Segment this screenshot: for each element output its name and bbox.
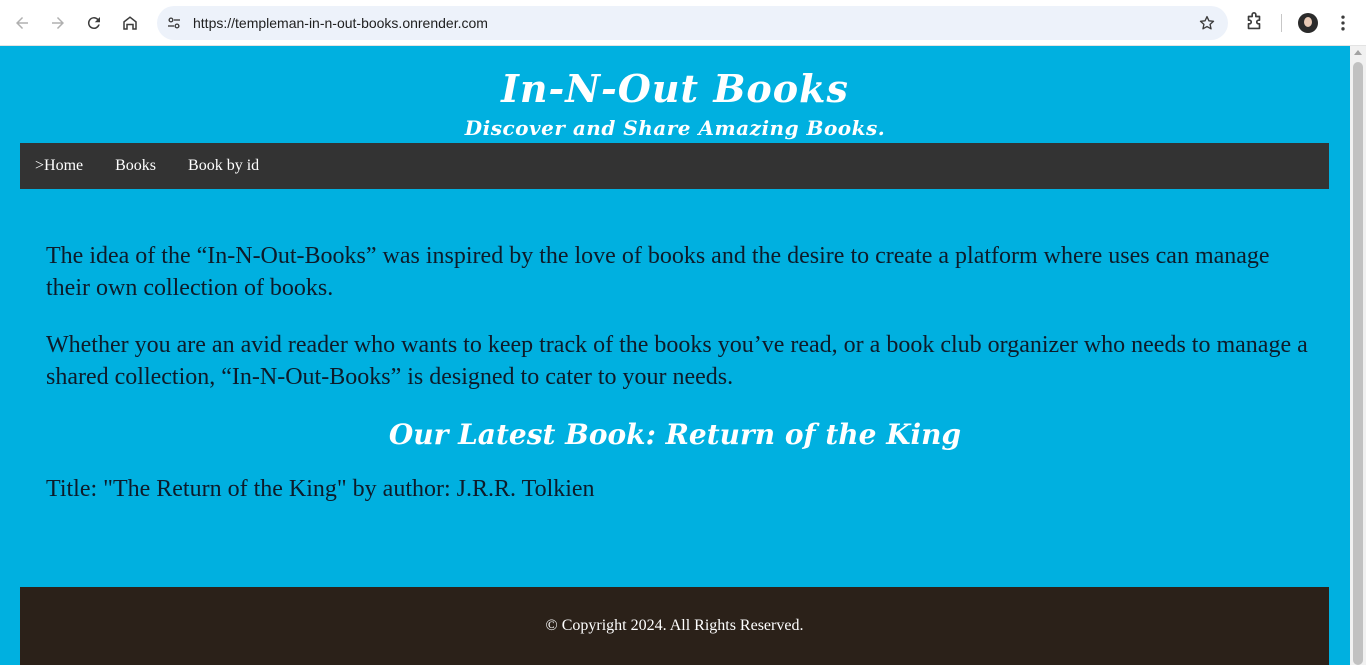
site-title: In-N-Out Books [501,66,849,111]
avatar[interactable] [1298,13,1318,33]
star-icon[interactable] [1198,14,1216,32]
home-button[interactable] [116,9,144,37]
puzzle-icon[interactable] [1243,11,1265,33]
scrollbar-thumb[interactable] [1353,62,1363,665]
web-page: In-N-Out Books Discover and Share Amazin… [0,46,1350,665]
site-tagline: Discover and Share Amazing Books. [464,116,886,140]
forward-button[interactable] [44,9,72,37]
nav-link-home[interactable]: >Home [35,157,83,175]
latest-book-heading: Our Latest Book: Return of the King [388,418,962,451]
intro-paragraph: The idea of the “In-N-Out-Books” was ins… [46,243,1270,301]
kebab-menu-icon[interactable] [1333,12,1353,34]
arrow-left-icon [16,17,28,29]
nav-link-book-by-id[interactable]: Book by id [188,157,259,175]
vertical-scrollbar[interactable] [1350,46,1366,665]
url-text[interactable]: https://templeman-in-n-out-books.onrende… [193,6,488,40]
reload-button[interactable] [80,9,108,37]
home-icon [123,16,137,30]
site-footer: © Copyright 2024. All Rights Reserved. [20,587,1329,665]
arrow-right-icon [52,17,64,29]
main-content: The idea of the “In-N-Out-Books” was ins… [46,240,1316,505]
address-bar[interactable]: https://templeman-in-n-out-books.onrende… [157,6,1228,40]
scroll-up-arrow-icon[interactable] [1354,50,1362,55]
browser-toolbar: https://templeman-in-n-out-books.onrende… [0,0,1366,46]
audience-paragraph: Whether you are an avid reader who wants… [46,332,1308,390]
reload-icon [87,17,100,30]
toolbar-divider [1281,14,1282,32]
copyright-text: © Copyright 2024. All Rights Reserved. [545,617,804,634]
tune-icon[interactable] [165,14,183,32]
nav-link-books[interactable]: Books [115,157,156,175]
main-nav: >Home Books Book by id [20,143,1329,189]
latest-book-details: Title: "The Return of the King" by autho… [46,476,595,502]
back-button[interactable] [8,9,36,37]
